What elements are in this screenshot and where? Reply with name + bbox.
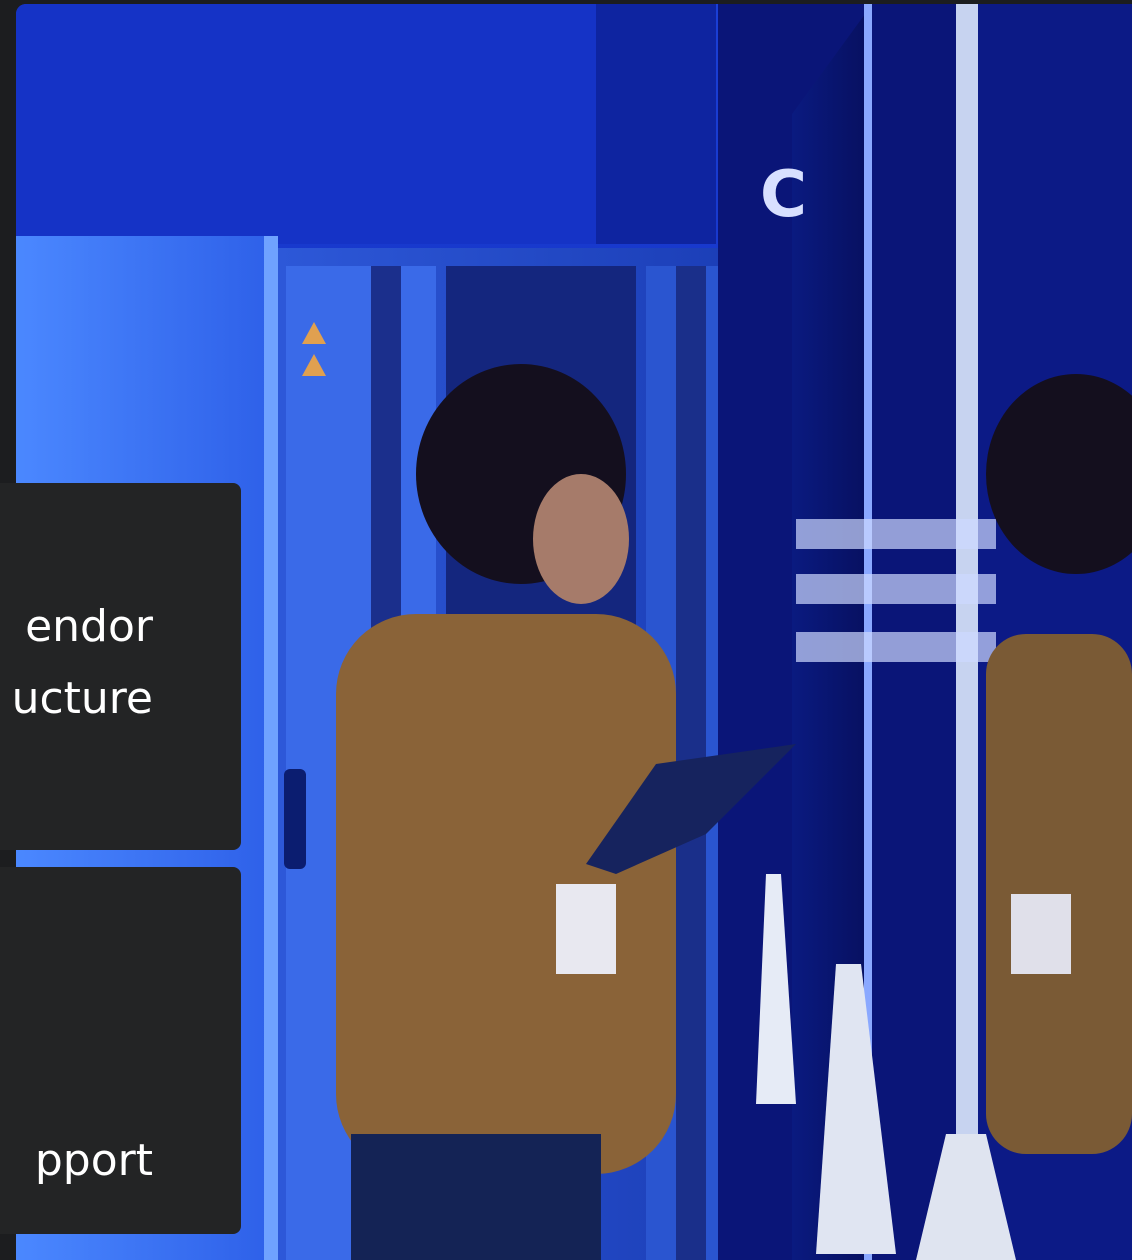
person-sweater [336,614,676,1174]
person-face [533,474,629,604]
feature-card: endor ucture [0,483,241,850]
feature-card-line: ucture [11,673,153,724]
feature-card-line: pport [34,1135,153,1186]
feature-card-line: endor [25,601,153,652]
feature-card-text: endor ucture [12,591,153,735]
svg-text:C: C [760,158,807,232]
feature-card: pport [0,867,241,1234]
feature-card-text: pport [35,1125,153,1197]
